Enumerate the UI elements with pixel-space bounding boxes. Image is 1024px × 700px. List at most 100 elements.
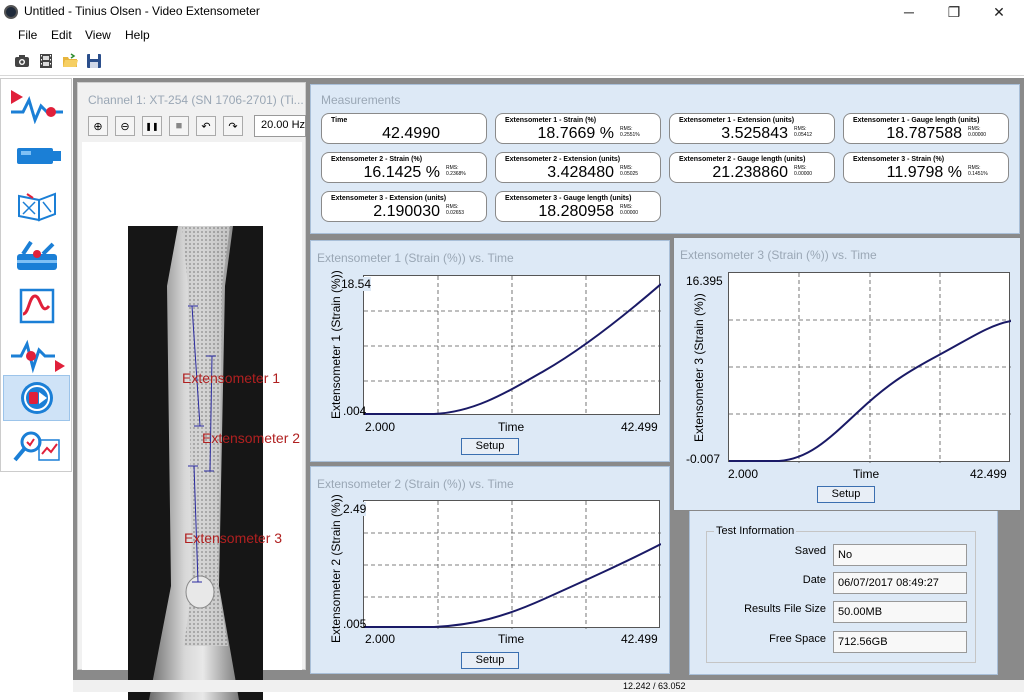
measurement-value: 18.787588	[886, 125, 962, 142]
graph-2-xlabel: Time	[498, 632, 525, 646]
graph-2-setup-button[interactable]: Setup	[461, 652, 519, 669]
measurement-label: Extensometer 3 - Extension (units)	[331, 195, 447, 202]
nav-analysis[interactable]	[3, 423, 70, 469]
zoom-out-button[interactable]: ⊖	[115, 116, 135, 136]
rms-value: 0.05412	[794, 132, 813, 138]
nav-extensometer-setup[interactable]	[3, 233, 70, 279]
extensometer-3-label[interactable]: Extensometer 3	[184, 530, 282, 546]
nav-graph[interactable]	[3, 283, 70, 329]
extensometer-2-label[interactable]: Extensometer 2	[202, 430, 300, 446]
measurement-value: 16.1425 %	[363, 164, 440, 181]
measurement-label: Extensometer 1 - Extension (units)	[679, 117, 795, 124]
film-icon[interactable]	[38, 53, 54, 69]
graph-1-ymax: 18.54	[341, 277, 372, 291]
measurement-box: Extensometer 2 - Gauge length (units) 21.…	[669, 152, 835, 183]
zoom-in-button[interactable]: ⊕	[88, 116, 108, 136]
measurement-rms: RMS: 0.1451%	[968, 165, 988, 177]
graph-2-ymax: 2.49	[343, 502, 367, 516]
rms-value: 0.00000	[968, 132, 987, 138]
open-folder-icon[interactable]	[62, 53, 78, 69]
status-coords: 12.242 / 63.052	[623, 681, 686, 691]
graph-1-xlabel: Time	[498, 420, 525, 434]
graph-3-xlabel: Time	[853, 467, 880, 481]
measurement-box: Extensometer 3 - Extension (units) 2.1900…	[321, 191, 487, 222]
rms-value: 0.2368%	[446, 171, 466, 177]
video-area: Extensometer 1 Extensometer 2 Extensomet…	[82, 142, 302, 700]
graph-2-plot[interactable]	[363, 500, 662, 629]
channel-panel: Channel 1: XT-254 (SN 1706-2701) (Ti... …	[77, 82, 306, 700]
measurement-label: Extensometer 1 - Gauge length (units)	[853, 117, 980, 124]
rms-value: 0.02653	[446, 210, 465, 216]
redo-button[interactable]: ↷	[223, 116, 243, 136]
graph-3-setup-button[interactable]: Setup	[817, 486, 875, 503]
nav-signal-output[interactable]	[3, 333, 70, 379]
measurement-rms: RMS: 0.2551%	[620, 126, 640, 138]
measurement-label: Extensometer 2 - Extension (units)	[505, 156, 621, 163]
graph-1-ylabel: Extensometer 1 (Strain (%))	[329, 270, 343, 419]
measurements-title: Measurements	[321, 93, 401, 107]
measurement-value: 11.9798 %	[886, 164, 962, 181]
graph-1-setup-button[interactable]: Setup	[461, 438, 519, 455]
title-bar: Untitled - Tinius Olsen - Video Extensom…	[0, 0, 1024, 24]
measurement-rms: RMS: 0.00000	[968, 126, 986, 138]
nav-camera-setup[interactable]	[3, 133, 70, 179]
measurement-value: 42.4990	[382, 125, 440, 142]
measurement-label: Extensometer 2 - Strain (%)	[331, 156, 423, 163]
menu-edit[interactable]: Edit	[51, 28, 72, 42]
graph-2-xmax: 42.499	[621, 632, 658, 646]
graph-extensometer-1: Extensometer 1 (Strain (%)) vs. Time 18.…	[310, 240, 670, 462]
free-space-label: Free Space	[769, 633, 826, 645]
graph-2-ymin: .005	[343, 617, 367, 631]
saved-field: No	[833, 544, 967, 566]
stop-button[interactable]: ■	[169, 116, 189, 136]
graph-2-xmin: 2.000	[365, 632, 396, 646]
extensometer-setup-icon	[16, 240, 57, 270]
save-icon[interactable]	[86, 53, 102, 69]
date-field: 06/07/2017 08:49:27	[833, 572, 967, 594]
graph-1-title: Extensometer 1 (Strain (%)) vs. Time	[317, 251, 514, 265]
close-button[interactable]: ✕	[976, 0, 1022, 24]
graph-3-title: Extensometer 3 (Strain (%)) vs. Time	[680, 248, 877, 262]
camera-setup-icon	[16, 148, 61, 164]
measurements-panel: Measurements Time 42.4990 Extensometer 1 -…	[310, 84, 1020, 234]
measurement-box: Extensometer 3 - Gauge length (units) 18.…	[495, 191, 661, 222]
measurement-rms: RMS: 0.05412	[794, 126, 812, 138]
analysis-icon	[12, 431, 60, 462]
measurement-box: Extensometer 3 - Strain (%) 11.9798 % RMS:…	[843, 152, 1009, 183]
nav-video-playback[interactable]	[3, 375, 70, 421]
camera-icon[interactable]	[14, 53, 30, 69]
measurement-value: 18.280958	[538, 203, 614, 220]
graph-3-plot[interactable]	[728, 272, 1012, 463]
menu-view[interactable]: View	[85, 28, 111, 42]
calibration-icon	[17, 192, 56, 222]
measurement-value: 2.190030	[373, 203, 440, 220]
pause-button[interactable]: ❚❚	[142, 116, 162, 136]
undo-button[interactable]: ↶	[196, 116, 216, 136]
rms-value: 0.2551%	[620, 132, 640, 138]
nav-run-test[interactable]	[3, 83, 70, 129]
measurement-box: Extensometer 2 - Extension (units) 3.4284…	[495, 152, 661, 183]
graph-icon	[19, 288, 54, 324]
rms-value: 0.00000	[794, 171, 813, 177]
measurement-label: Extensometer 2 - Gauge length (units)	[679, 156, 806, 163]
measurement-box: Extensometer 1 - Gauge length (units) 18.…	[843, 113, 1009, 144]
maximize-button[interactable]: ❐	[931, 0, 977, 24]
results-file-size-label: Results File Size	[744, 603, 826, 615]
graph-3-ymin: -0.007	[686, 452, 721, 466]
specimen-video	[128, 226, 263, 700]
measurement-value: 21.238860	[712, 164, 788, 181]
extensometer-1-label[interactable]: Extensometer 1	[182, 370, 280, 386]
measurement-box: Extensometer 2 - Strain (%) 16.1425 % RMS:…	[321, 152, 487, 183]
measurement-rms: RMS: 0.00000	[794, 165, 812, 177]
saved-label: Saved	[794, 545, 826, 557]
measurement-label: Extensometer 1 - Strain (%)	[505, 117, 597, 124]
graph-1-plot[interactable]	[363, 275, 662, 416]
nav-calibration[interactable]	[3, 183, 70, 229]
graph-1-ymin: .004	[343, 404, 367, 418]
menu-help[interactable]: Help	[125, 28, 150, 42]
measurement-value: 3.525843	[721, 125, 788, 142]
minimize-button[interactable]: ─	[886, 0, 932, 24]
frame-rate-field[interactable]: 20.00 Hz	[254, 115, 306, 137]
graph-extensometer-2: Extensometer 2 (Strain (%)) vs. Time 2.4…	[310, 466, 670, 674]
menu-file[interactable]: File	[18, 28, 37, 42]
